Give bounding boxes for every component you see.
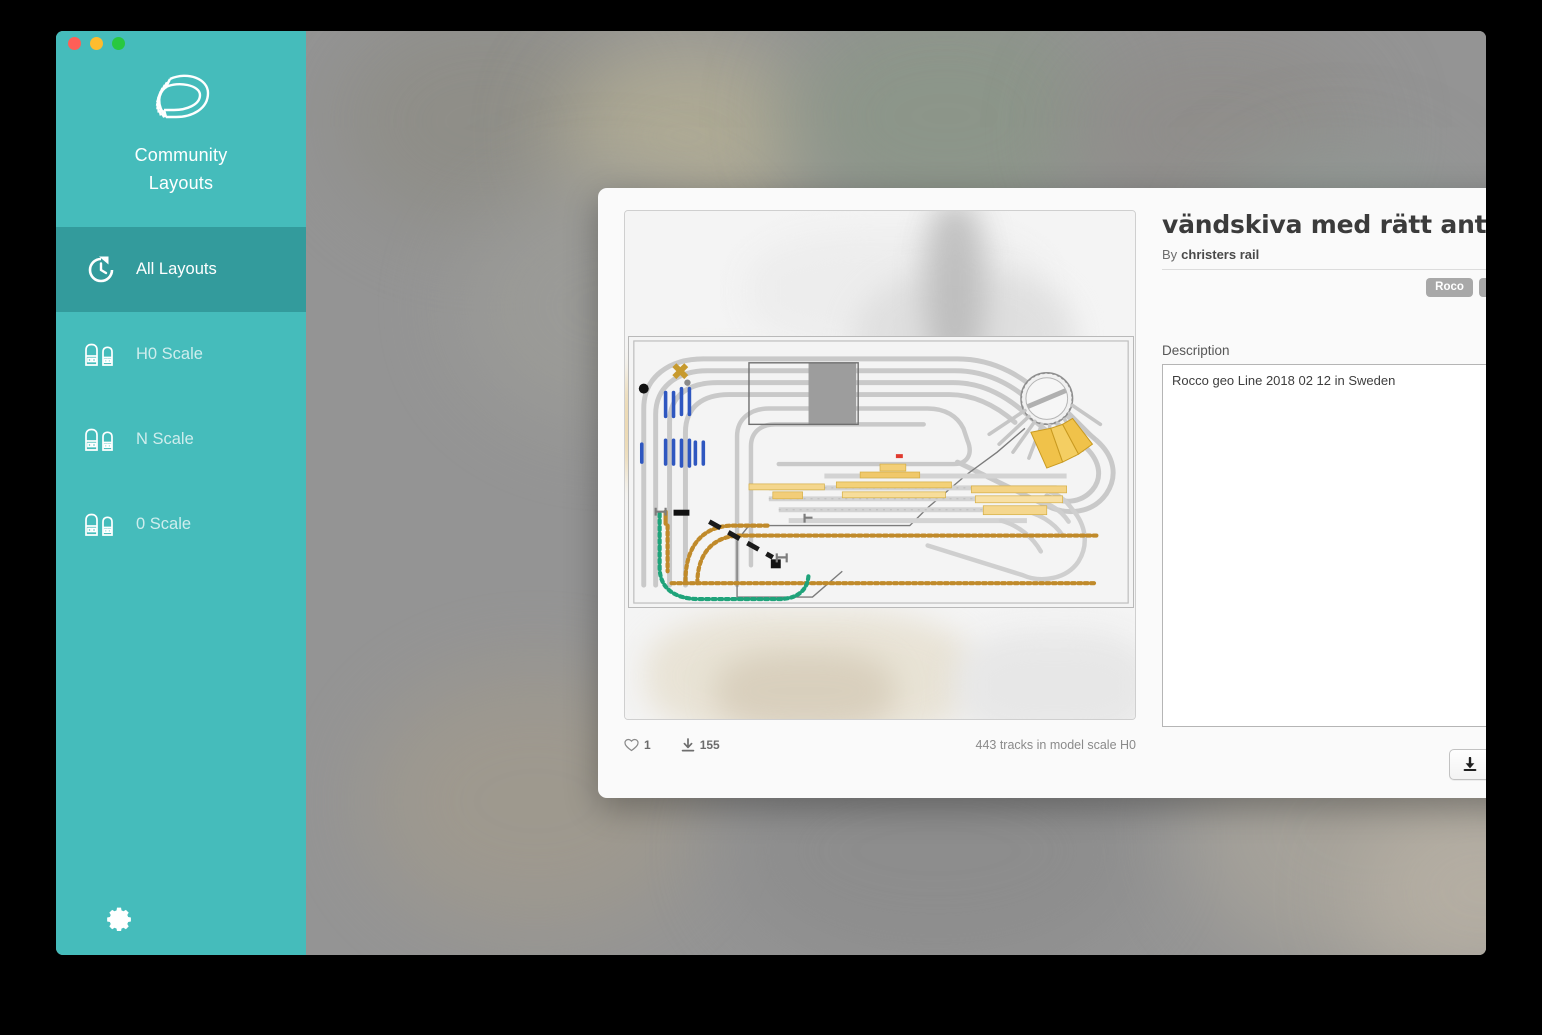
clock-history-icon: [78, 255, 124, 285]
brand-block: Community Layouts: [56, 31, 306, 197]
open-layout-button[interactable]: Open Layout: [1449, 749, 1486, 780]
sidebar-item-0-scale[interactable]: 0 Scale: [56, 482, 306, 567]
sidebar: Community Layouts All Layouts H0 Scale N…: [56, 31, 306, 955]
layout-preview-column: 1 155 443 tracks in model scale H0: [624, 210, 1136, 780]
sidebar-item-all-layouts[interactable]: All Layouts: [56, 227, 306, 312]
description-textarea[interactable]: Rocco geo Line 2018 02 12 in Sweden: [1162, 364, 1486, 727]
sidebar-item-label: H0 Scale: [136, 345, 203, 363]
page-title: vändskiva med rätt antal växlar: [1162, 210, 1486, 239]
downloads-stat: 155: [681, 737, 720, 753]
train-cars-icon: [78, 512, 124, 538]
dialog-action-bar: Open Layout Close: [1162, 749, 1486, 780]
track-plan-diagram: [628, 336, 1134, 608]
minimize-window-button[interactable]: [90, 37, 103, 50]
description-text[interactable]: Rocco geo Line 2018 02 12 in Sweden: [1163, 365, 1486, 397]
download-icon: [681, 737, 694, 751]
by-prefix: By: [1162, 247, 1178, 262]
application-window: Community Layouts All Layouts H0 Scale N…: [56, 31, 1486, 955]
train-cars-icon: [78, 342, 124, 368]
sidebar-item-label: 0 Scale: [136, 515, 192, 533]
byline-row: Bychristers rail 11 Feb 2018 11:23: [1162, 247, 1486, 270]
close-window-button[interactable]: [68, 37, 81, 50]
layout-preview-image[interactable]: [624, 210, 1136, 720]
zoom-window-button[interactable]: [112, 37, 125, 50]
byline: By christers rail: [1162, 247, 1259, 262]
layout-detail-column: vändskiva med rätt antal växlar Bychrist…: [1162, 210, 1486, 780]
likes-count: 1: [644, 738, 651, 752]
window-traffic-lights: [68, 37, 125, 50]
train-cars-icon: [78, 427, 124, 453]
tracks-info-label: 443 tracks in model scale H0: [975, 738, 1137, 752]
downloads-count: 155: [699, 738, 720, 752]
download-icon: [1463, 756, 1477, 771]
blurred-backdrop: 1 155 443 tracks in model scale H0 vänds…: [306, 31, 1486, 955]
tag-row: Roco Roco Line H0 Roco geoLINE: [1162, 278, 1486, 297]
sidebar-item-h0-scale[interactable]: H0 Scale: [56, 312, 306, 397]
layout-detail-dialog: 1 155 443 tracks in model scale H0 vänds…: [598, 188, 1486, 798]
tag-badge[interactable]: Roco: [1426, 278, 1473, 297]
red-marker: [895, 454, 903, 459]
description-header: Description English (EN): [1162, 343, 1486, 358]
sidebar-item-label: N Scale: [136, 430, 194, 448]
layout-stats-bar: 1 155 443 tracks in model scale H0: [624, 734, 1136, 756]
gear-icon[interactable]: [106, 905, 132, 932]
likes-stat: 1: [624, 738, 651, 752]
brand-line-2: Layouts: [148, 173, 214, 193]
sidebar-nav: All Layouts H0 Scale N Scale 0 Scale: [56, 227, 306, 567]
tag-badge[interactable]: Roco Line H0: [1478, 278, 1486, 297]
brand-line-1: Community: [134, 145, 228, 165]
track-endpoint-dot: [638, 383, 649, 394]
heart-icon: [624, 738, 639, 752]
sidebar-item-label: All Layouts: [136, 260, 217, 278]
author-name[interactable]: christers rail: [1181, 247, 1259, 262]
sidebar-item-n-scale[interactable]: N Scale: [56, 397, 306, 482]
description-label: Description: [1162, 343, 1230, 358]
track-loop-icon: [155, 74, 210, 119]
